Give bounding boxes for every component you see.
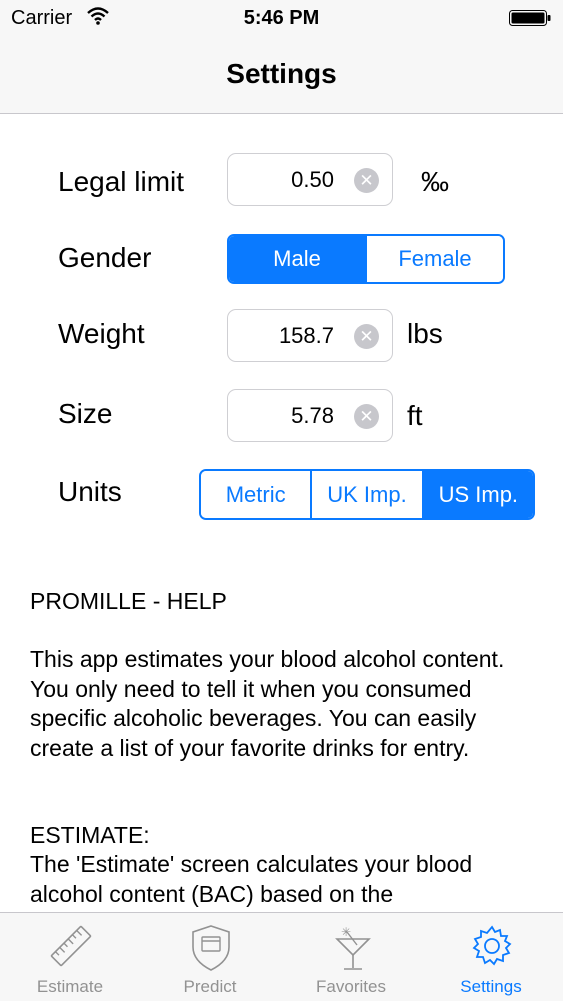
tab-bar: Estimate Predict ✳ Favorites Settings xyxy=(0,912,563,1001)
gear-icon xyxy=(472,925,512,966)
weight-unit: lbs xyxy=(407,318,443,349)
tab-favorites-label: Favorites xyxy=(316,977,386,996)
help-estimate-text: The 'Estimate' screen calculates your bl… xyxy=(30,851,473,907)
legal-limit-label: Legal limit xyxy=(58,166,185,197)
shield-icon xyxy=(192,925,230,971)
tab-favorites[interactable]: ✳ Favorites xyxy=(281,913,421,1001)
gender-option-male[interactable]: Male xyxy=(229,236,365,282)
tab-predict-label: Predict xyxy=(183,977,237,996)
weight-value[interactable]: 158.7 xyxy=(279,323,334,349)
tab-predict[interactable]: Predict xyxy=(140,913,280,1001)
navigation-bar: Settings xyxy=(0,36,563,114)
weight-label: Weight xyxy=(58,318,145,349)
tab-settings-label: Settings xyxy=(460,977,522,996)
units-label: Units xyxy=(58,476,122,507)
ruler-icon xyxy=(50,925,92,967)
help-estimate-heading: ESTIMATE: xyxy=(30,822,150,848)
tab-estimate[interactable]: Estimate xyxy=(0,913,140,1001)
size-label: Size xyxy=(58,398,113,429)
cocktail-icon: ✳ xyxy=(335,925,371,970)
tab-estimate-label: Estimate xyxy=(36,977,104,996)
legal-limit-unit: ‰ xyxy=(421,166,449,197)
size-value[interactable]: 5.78 xyxy=(291,403,334,429)
help-title: PROMILLE - HELP xyxy=(30,588,227,614)
tab-settings[interactable]: Settings xyxy=(421,913,561,1001)
units-option-us-imp[interactable]: US Imp. xyxy=(421,471,533,518)
status-bar: Carrier 5:46 PM xyxy=(0,0,563,36)
legal-limit-field[interactable]: 0.50 ✕ xyxy=(227,153,393,206)
status-time: 5:46 PM xyxy=(243,7,320,29)
clear-icon[interactable]: ✕ xyxy=(354,168,379,193)
battery-icon xyxy=(509,10,551,31)
clear-icon[interactable]: ✕ xyxy=(354,404,379,429)
weight-field[interactable]: 158.7 ✕ xyxy=(227,309,393,362)
units-option-uk-imp[interactable]: UK Imp. xyxy=(310,471,422,518)
units-option-metric[interactable]: Metric xyxy=(201,471,311,518)
svg-text:✳: ✳ xyxy=(341,925,351,939)
page-title: Settings xyxy=(226,58,337,89)
size-unit: ft xyxy=(407,400,423,431)
gender-segmented-control[interactable]: Male Female xyxy=(227,234,505,284)
size-field[interactable]: 5.78 ✕ xyxy=(227,389,393,442)
help-intro: This app estimates your blood alcohol co… xyxy=(30,646,505,761)
gender-label: Gender xyxy=(58,242,152,273)
units-segmented-control[interactable]: Metric UK Imp. US Imp. xyxy=(199,469,535,520)
clear-icon[interactable]: ✕ xyxy=(354,324,379,349)
gender-option-female[interactable]: Female xyxy=(365,236,503,282)
legal-limit-value[interactable]: 0.50 xyxy=(291,167,334,193)
